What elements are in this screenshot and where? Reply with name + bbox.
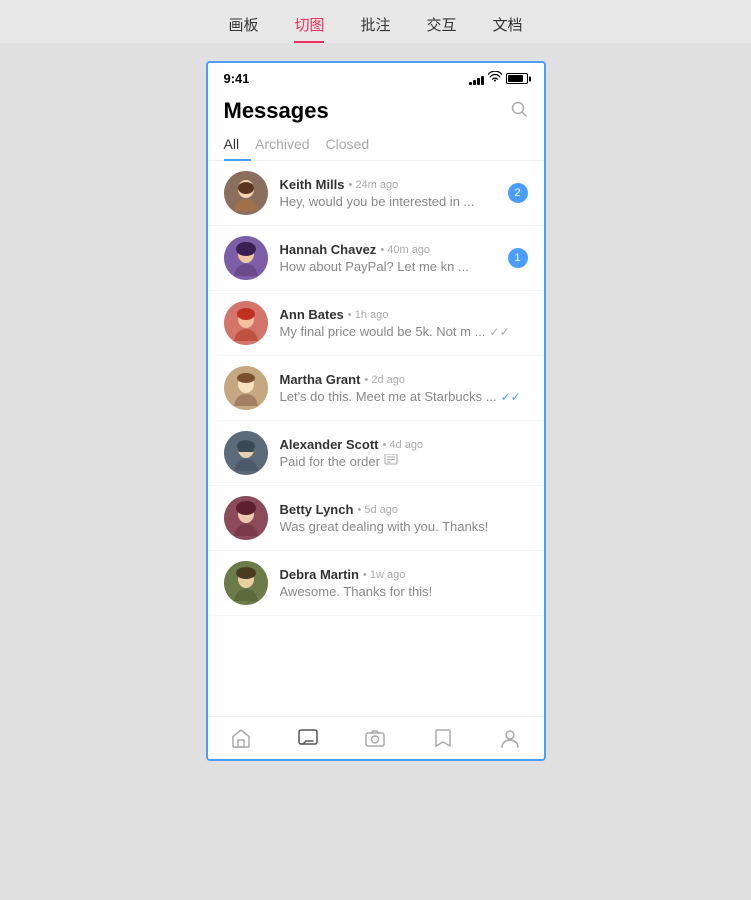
status-bar: 9:41	[208, 63, 544, 90]
toolbar-item-jiaohu[interactable]: 交互	[427, 14, 457, 43]
message-preview: How about PayPal? Let me kn ...	[280, 259, 504, 274]
avatar	[224, 301, 268, 345]
double-check-blue-icon: ✓✓	[501, 390, 521, 404]
message-preview: Paid for the order	[280, 454, 528, 469]
message-meta: Alexander Scott • 4d ago	[280, 437, 528, 452]
message-content: Betty Lynch • 5d ago Was great dealing w…	[280, 502, 528, 534]
list-item[interactable]: Betty Lynch • 5d ago Was great dealing w…	[208, 486, 544, 551]
nav-camera[interactable]	[364, 727, 386, 749]
message-meta: Betty Lynch • 5d ago	[280, 502, 528, 517]
nav-profile[interactable]	[499, 727, 521, 749]
tab-closed[interactable]: Closed	[326, 128, 382, 160]
unread-badge: 1	[508, 248, 528, 268]
app-header: Messages	[208, 90, 544, 128]
list-item[interactable]: Hannah Chavez • 40m ago How about PayPal…	[208, 226, 544, 291]
sender-name: Martha Grant	[280, 372, 361, 387]
avatar	[224, 236, 268, 280]
message-content: Martha Grant • 2d ago Let's do this. Mee…	[280, 372, 528, 404]
message-content: Debra Martin • 1w ago Awesome. Thanks fo…	[280, 567, 528, 599]
message-meta: Hannah Chavez • 40m ago	[280, 242, 504, 257]
toolbar-item-wendang[interactable]: 文档	[493, 14, 523, 43]
signal-bars-icon	[469, 73, 484, 85]
tabs-container: All Archived Closed	[208, 128, 544, 161]
message-content: Hannah Chavez • 40m ago How about PayPal…	[280, 242, 504, 274]
list-item[interactable]: Debra Martin • 1w ago Awesome. Thanks fo…	[208, 551, 544, 616]
unread-badge: 2	[508, 183, 528, 203]
phone-frame: 9:41 Messages	[206, 61, 546, 761]
message-list: Keith Mills • 24m ago Hey, would you be …	[208, 161, 544, 716]
sender-name: Keith Mills	[280, 177, 345, 192]
status-icons	[469, 71, 528, 86]
nav-messages[interactable]	[297, 727, 319, 749]
message-preview: Was great dealing with you. Thanks!	[280, 519, 528, 534]
tab-archived[interactable]: Archived	[255, 128, 321, 160]
receipt-icon	[384, 454, 398, 469]
message-preview: Awesome. Thanks for this!	[280, 584, 528, 599]
message-preview: Let's do this. Meet me at Starbucks ... …	[280, 389, 528, 404]
toolbar: 画板 切图 批注 交互 文档	[0, 0, 751, 43]
double-check-icon: ✓✓	[489, 325, 509, 339]
message-content: Ann Bates • 1h ago My final price would …	[280, 307, 528, 339]
wifi-icon	[488, 71, 502, 86]
message-time: • 4d ago	[382, 439, 423, 451]
message-meta: Martha Grant • 2d ago	[280, 372, 528, 387]
avatar	[224, 366, 268, 410]
list-item[interactable]: Ann Bates • 1h ago My final price would …	[208, 291, 544, 356]
tab-all[interactable]: All	[224, 128, 252, 160]
message-preview: Hey, would you be interested in ...	[280, 194, 504, 209]
message-meta: Ann Bates • 1h ago	[280, 307, 528, 322]
message-time: • 5d ago	[357, 504, 398, 516]
message-time: • 24m ago	[349, 179, 399, 191]
message-time: • 1h ago	[348, 309, 389, 321]
list-item[interactable]: Keith Mills • 24m ago Hey, would you be …	[208, 161, 544, 226]
list-item[interactable]: Alexander Scott • 4d ago Paid for the or…	[208, 421, 544, 486]
status-time: 9:41	[224, 71, 250, 86]
avatar	[224, 431, 268, 475]
avatar	[224, 561, 268, 605]
list-item[interactable]: Martha Grant • 2d ago Let's do this. Mee…	[208, 356, 544, 421]
avatar	[224, 496, 268, 540]
app-title: Messages	[224, 98, 329, 124]
message-time: • 2d ago	[364, 374, 405, 386]
message-meta: Keith Mills • 24m ago	[280, 177, 504, 192]
sender-name: Alexander Scott	[280, 437, 379, 452]
nav-home[interactable]	[230, 727, 252, 749]
toolbar-item-huaban[interactable]: 画板	[228, 14, 258, 43]
toolbar-item-qietu[interactable]: 切图	[294, 14, 324, 43]
nav-bookmark[interactable]	[432, 727, 454, 749]
sender-name: Betty Lynch	[280, 502, 354, 517]
toolbar-item-pizhu[interactable]: 批注	[360, 14, 390, 43]
sender-name: Hannah Chavez	[280, 242, 377, 257]
search-button[interactable]	[510, 100, 528, 123]
sender-name: Debra Martin	[280, 567, 359, 582]
message-time: • 40m ago	[380, 244, 430, 256]
message-preview: My final price would be 5k. Not m ... ✓✓	[280, 324, 528, 339]
bottom-nav	[208, 716, 544, 759]
message-content: Keith Mills • 24m ago Hey, would you be …	[280, 177, 504, 209]
battery-icon	[506, 73, 528, 84]
sender-name: Ann Bates	[280, 307, 344, 322]
message-content: Alexander Scott • 4d ago Paid for the or…	[280, 437, 528, 469]
message-meta: Debra Martin • 1w ago	[280, 567, 528, 582]
avatar	[224, 171, 268, 215]
message-time: • 1w ago	[363, 569, 405, 581]
